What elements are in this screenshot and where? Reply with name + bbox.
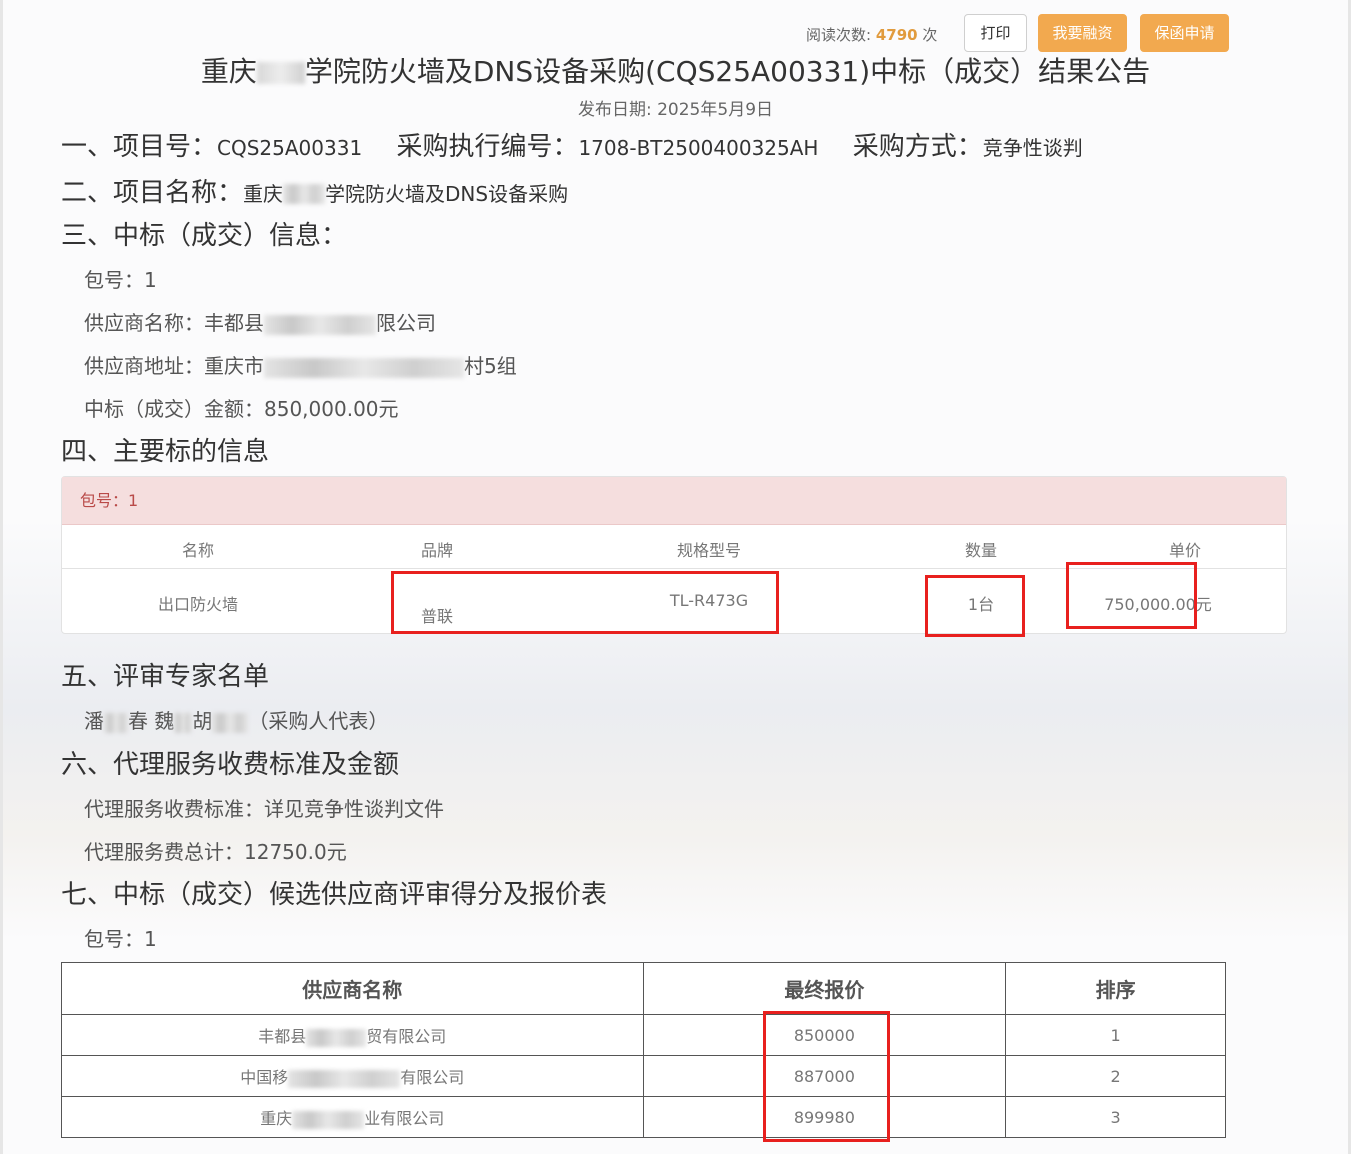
supplier-cell: 中国移 有限公司 [61,1055,644,1097]
redaction-mask [288,1069,401,1088]
exec-no: 1708-BT2500400325AH [578,136,819,160]
column-header-name: 名称 [181,541,214,560]
agency-fee-standard: 代理服务收费标准：详见竞争性谈判文件 [84,797,444,821]
table-header-row: 供应商名称 最终报价 排序 [61,962,1226,1015]
procurement-method: 竞争性谈判 [982,136,1083,160]
page-title: 重庆 学院防火墙及DNS设备采购(CQS25A00331)中标（成交）结果公告 [0,50,1351,90]
supplier-name-end: 贸有限公司 [366,1027,447,1046]
supplier-name-start: 丰都县 [258,1027,307,1046]
project-name-part-2: 学院防火墙及DNS设备采购 [325,182,569,206]
section-main-items-heading: 四、主要标的信息 [61,437,270,467]
award-package: 包号：1 [84,268,157,292]
section-candidates-heading: 七、中标（成交）候选供应商评审得分及报价表 [61,880,608,910]
column-header-quantity: 数量 [964,541,997,560]
read-count-value: 4790 [875,26,918,44]
publish-date-value: 2025年5月9日 [657,100,774,120]
section-agency-fee-heading: 六、代理服务收费标准及金额 [61,750,400,780]
supplier-cell: 丰都县 贸有限公司 [61,1014,644,1056]
toolbar: 阅读次数: 4790 次 打印 我要融资 保函申请 [0,14,1351,54]
publish-date: 发布日期: 2025年5月9日 [0,95,1351,120]
read-count: 阅读次数: 4790 次 [806,24,937,45]
redaction-mask [306,1028,367,1047]
table-row: 丰都县 贸有限公司 850000 1 [61,1014,1226,1056]
supplier-name-start: 中国移 [240,1068,289,1087]
candidates-package: 包号：1 [84,927,157,951]
redaction-mask [283,183,326,204]
table-row: 中国移 有限公司 887000 2 [61,1055,1226,1097]
highlight-box-unit-price [1066,562,1197,629]
award-amount: 中标（成交）金额：850,000.00元 [84,393,399,422]
publish-date-label: 发布日期: [577,100,652,120]
main-items-package: 包号：1 [62,477,1286,525]
guarantee-button[interactable]: 保函申请 [1140,14,1229,52]
redaction-mask [212,712,249,733]
print-button[interactable]: 打印 [964,14,1027,52]
title-part-2: 学院防火墙及DNS设备采购(CQS25A00331)中标（成交）结果公告 [304,55,1151,88]
agency-fee-total: 代理服务费总计：12750.0元 [84,840,347,864]
supplier-name-end: 业有限公司 [364,1109,445,1128]
expert-part-4: （采购人代表） [248,709,389,733]
project-no-label: 一、项目号： [61,132,218,162]
redaction-mask [104,712,128,733]
award-amount-value: 850,000.00元 [264,397,399,421]
finance-button[interactable]: 我要融资 [1038,14,1127,52]
expert-part-1: 潘 [84,709,104,733]
project-name-label: 二、项目名称： [61,178,244,208]
exec-no-label: 采购执行编号： [396,132,579,162]
read-count-unit: 次 [922,26,938,44]
highlight-box-final-prices [763,1011,890,1142]
rank-cell: 1 [1005,1014,1226,1056]
project-name-part-1: 重庆 [243,182,284,206]
table-row: 重庆 业有限公司 899980 3 [61,1096,1226,1138]
expert-part-2: 春 魏 [128,709,175,733]
column-header-rank: 排序 [1005,962,1226,1015]
supplier-name-part-2: 限公司 [376,311,436,335]
column-header-final-price: 最终报价 [642,962,1007,1015]
read-count-label: 阅读次数: [806,26,872,44]
redaction-mask [264,314,376,335]
method-label: 采购方式： [852,132,983,162]
column-header-unit-price: 单价 [1168,541,1201,560]
award-amount-label: 中标（成交）金额： [84,397,264,421]
supplier-address: 供应商地址：重庆市 村5组 [84,350,517,379]
expert-part-3: 胡 [192,709,213,733]
highlight-box-brand-model [391,571,779,634]
supplier-name-start: 重庆 [260,1109,293,1128]
column-header-brand: 品牌 [420,541,453,560]
redaction-mask [256,62,305,84]
column-header-supplier: 供应商名称 [61,962,644,1015]
project-no: CQS25A00331 [217,136,363,160]
column-header-model: 规格型号 [676,541,741,560]
redaction-mask [174,712,193,733]
supplier-name-end: 有限公司 [400,1068,465,1087]
section-project-name: 二、项目名称：重庆 学院防火墙及DNS设备采购 [61,172,568,209]
rank-cell: 3 [1005,1096,1226,1138]
redaction-mask [292,1110,365,1129]
redaction-mask [264,357,464,378]
section-project-info: 一、项目号：CQS25A00331 采购执行编号：1708-BT25004003… [61,126,1083,163]
section-award-heading: 三、中标（成交）信息： [61,221,348,251]
supplier-name: 供应商名称：丰都县 限公司 [84,307,436,336]
expert-list: 潘春 魏胡 （采购人代表） [84,705,388,734]
item-name: 出口防火墙 [157,595,238,614]
section-experts-heading: 五、评审专家名单 [61,662,270,692]
supplier-name-part-1: 丰都县 [204,311,264,335]
rank-cell: 2 [1005,1055,1226,1097]
supplier-address-label: 供应商地址： [84,354,204,378]
supplier-address-part-1: 重庆市 [204,354,264,378]
supplier-address-part-2: 村5组 [464,354,517,378]
supplier-cell: 重庆 业有限公司 [61,1096,644,1138]
supplier-name-label: 供应商名称： [84,311,204,335]
highlight-box-quantity [925,575,1025,637]
candidates-table: 供应商名称 最终报价 排序 丰都县 贸有限公司 850000 1 中国移 有限公司 … [61,962,1226,1138]
title-part-1: 重庆 [200,55,257,88]
page-border-left [0,0,3,1154]
